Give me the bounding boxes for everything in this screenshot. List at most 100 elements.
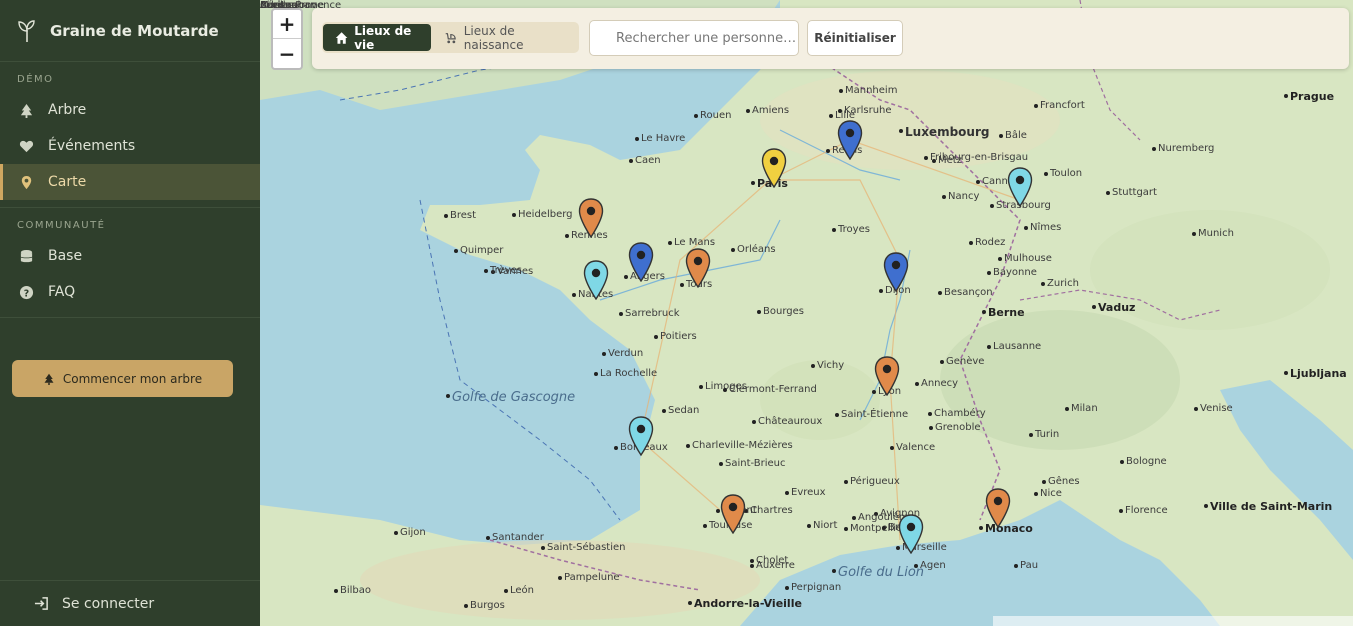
place-dot — [1034, 492, 1038, 496]
place-dot — [731, 248, 735, 252]
map-marker[interactable] — [628, 242, 654, 283]
login-link[interactable]: Se connecter — [0, 580, 260, 626]
place-label: Sedan — [668, 405, 700, 416]
brand[interactable]: Graine de Moutarde — [0, 0, 260, 62]
start-tree-button[interactable]: Commencer mon arbre — [12, 360, 233, 397]
map-marker[interactable] — [874, 356, 900, 397]
zoom-out-button[interactable]: − — [273, 39, 301, 68]
place-dot — [464, 604, 468, 608]
map-marker-icon — [583, 260, 609, 301]
place-label: Pampelune — [564, 572, 620, 583]
map-marker[interactable] — [685, 248, 711, 289]
place-dot — [486, 536, 490, 540]
place-dot — [899, 129, 903, 133]
tab-label: Lieux de vie — [354, 23, 412, 52]
place-label: Poitiers — [660, 331, 697, 342]
place-label: Cholet — [756, 555, 789, 566]
place-dot — [915, 382, 919, 386]
place-dot — [838, 109, 842, 113]
place-dot — [1034, 104, 1038, 108]
place-dot — [686, 444, 690, 448]
map-marker-icon — [874, 356, 900, 397]
place-dot — [512, 213, 516, 217]
place-dot — [852, 516, 856, 520]
place-label: Florence — [1125, 505, 1168, 516]
sidebar-item-evenements[interactable]: Événements — [0, 128, 260, 164]
place-dot — [504, 589, 508, 593]
place-label: Lausanne — [993, 341, 1042, 352]
place-dot — [594, 372, 598, 376]
tree-icon — [44, 373, 54, 385]
baby-carriage-icon — [445, 32, 456, 43]
map-marker[interactable] — [883, 252, 909, 293]
place-label: Andorre-la-Vieille — [694, 597, 802, 610]
place-label: Besançon — [944, 287, 993, 298]
map-marker[interactable] — [578, 198, 604, 239]
place-label: Bologne — [1126, 456, 1167, 467]
place-dot — [785, 586, 789, 590]
sidebar-item-label: Base — [48, 248, 83, 264]
place-label: Chambéry — [934, 408, 986, 419]
place-label: Ljubljana — [1290, 367, 1347, 380]
place-label: Agen — [920, 560, 946, 571]
map-marker[interactable] — [761, 148, 787, 189]
place-dot — [928, 412, 932, 416]
tab-living-places[interactable]: Lieux de vie — [323, 23, 431, 52]
place-label: Vaduz — [1098, 301, 1136, 314]
place-label: Trèves — [490, 265, 522, 276]
place-dot — [719, 462, 723, 466]
map-canvas[interactable]: LuxembourgParisBernePragueMonacoVaduzLju… — [260, 0, 1353, 626]
sidebar-item-label: Événements — [48, 138, 136, 154]
map-marker-icon — [898, 514, 924, 555]
place-dot — [1024, 226, 1028, 230]
place-label: Burgos — [470, 600, 505, 611]
database-icon — [18, 248, 34, 264]
place-type-toggle: Lieux de vie Lieux de naissance — [322, 22, 579, 53]
place-dot — [614, 446, 618, 450]
sidebar-item-faq[interactable]: ? FAQ — [0, 274, 260, 310]
place-dot — [924, 156, 928, 160]
place-dot — [938, 291, 942, 295]
map-marker[interactable] — [985, 488, 1011, 529]
svg-text:?: ? — [23, 288, 28, 299]
place-label: Milan — [1071, 403, 1098, 414]
map-marker-icon — [578, 198, 604, 239]
reset-button[interactable]: Réinitialiser — [807, 20, 903, 56]
zoom-control: + − — [271, 8, 303, 70]
map-marker-icon — [883, 252, 909, 293]
place-label: Caen — [635, 155, 661, 166]
place-dot — [839, 89, 843, 93]
place-label: Périgueux — [850, 476, 900, 487]
map-marker-icon — [628, 416, 654, 457]
place-dot — [751, 181, 755, 185]
map-marker[interactable] — [720, 494, 746, 535]
tab-birth-places[interactable]: Lieux de naissance — [440, 24, 576, 52]
place-dot — [541, 546, 545, 550]
place-dot — [1204, 504, 1208, 508]
login-label: Se connecter — [62, 595, 155, 612]
place-label: Châteauroux — [758, 416, 823, 427]
sidebar-item-carte[interactable]: Carte — [0, 164, 260, 200]
place-label: Verdun — [608, 348, 644, 359]
map-marker[interactable] — [1007, 167, 1033, 208]
place-dot — [999, 134, 1003, 138]
place-dot — [929, 426, 933, 430]
place-dot — [662, 409, 666, 413]
place-label: Nîmes — [1030, 222, 1062, 233]
map-marker[interactable] — [837, 120, 863, 161]
place-label: Charleville-Mézières — [692, 440, 793, 451]
place-dot — [1194, 407, 1198, 411]
place-dot — [1192, 232, 1196, 236]
person-search-input[interactable] — [589, 20, 799, 56]
place-dot — [829, 114, 833, 118]
map-attribution — [993, 616, 1353, 626]
sidebar-item-arbre[interactable]: Arbre — [0, 92, 260, 128]
zoom-in-button[interactable]: + — [273, 10, 301, 39]
place-dot — [826, 149, 830, 153]
place-label: Saint-Sébastien — [547, 542, 626, 553]
map-marker[interactable] — [898, 514, 924, 555]
sidebar-item-base[interactable]: Base — [0, 238, 260, 274]
place-dot — [987, 271, 991, 275]
map-marker[interactable] — [628, 416, 654, 457]
map-marker[interactable] — [583, 260, 609, 301]
